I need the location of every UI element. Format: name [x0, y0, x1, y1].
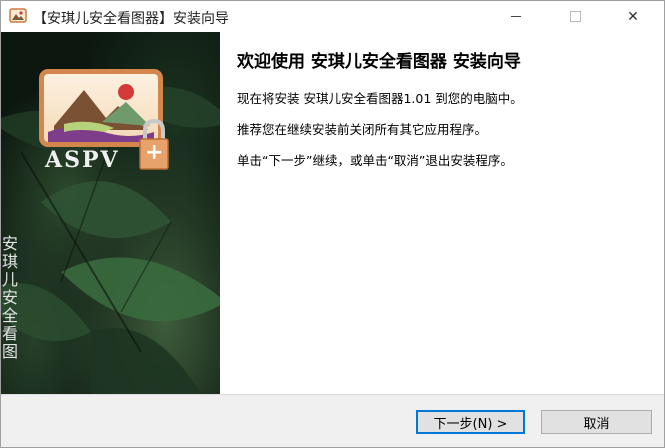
- vertical-product-name: 安琪儿安全看图: [1, 234, 18, 361]
- maximize-button[interactable]: [552, 1, 598, 32]
- installer-window: 【安琪儿安全看图器】安装向导 ✕ ASPV + 安琪儿安全看图 欢迎使用 安琪儿…: [0, 0, 665, 448]
- close-icon: ✕: [627, 8, 639, 25]
- side-banner-image: ASPV + 安琪儿安全看图: [1, 32, 220, 394]
- minimize-button[interactable]: [493, 1, 539, 32]
- next-button[interactable]: 下一步(N) >: [416, 410, 525, 434]
- close-button[interactable]: ✕: [610, 1, 656, 32]
- welcome-heading: 欢迎使用 安琪儿安全看图器 安装向导: [237, 52, 521, 72]
- installer-app-icon: [9, 8, 27, 24]
- maximize-icon: [569, 11, 581, 22]
- welcome-content: 欢迎使用 安琪儿安全看图器 安装向导 现在将安装 安琪儿安全看图器1.01 到您…: [237, 47, 657, 181]
- title-bar[interactable]: 【安琪儿安全看图器】安装向导 ✕: [1, 1, 664, 32]
- aspv-logo: ASPV +: [39, 69, 169, 173]
- minimize-icon: [511, 16, 521, 17]
- install-description: 现在将安装 安琪儿安全看图器1.01 到您的电脑中。: [237, 91, 523, 106]
- lock-icon: +: [139, 117, 169, 171]
- logo-text: ASPV: [45, 147, 120, 173]
- close-apps-recommendation: 推荐您在继续安装前关闭所有其它应用程序。: [237, 122, 488, 137]
- continue-instructions: 单击“下一步”继续，或单击“取消”退出安装程序。: [237, 153, 513, 168]
- window-title: 【安琪儿安全看图器】安装向导: [33, 11, 229, 27]
- button-bar: 下一步(N) > 取消: [1, 395, 664, 447]
- lock-plus-text: +: [145, 140, 164, 165]
- cancel-button[interactable]: 取消: [541, 410, 652, 434]
